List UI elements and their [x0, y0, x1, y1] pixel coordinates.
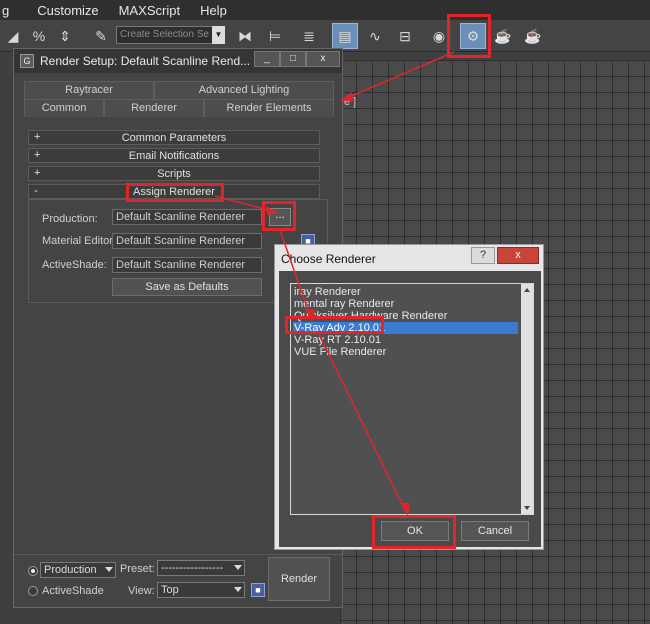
chevron-down-icon — [234, 565, 242, 570]
choose-renderer-body: iray Renderer mental ray Renderer Quicks… — [279, 271, 541, 547]
view-label: View: — [128, 585, 155, 597]
menu-item-graph[interactable]: g — [0, 3, 19, 18]
view-lock-icon[interactable]: ■ — [251, 583, 265, 597]
curve-editor-icon[interactable]: ∿ — [362, 23, 388, 49]
cancel-button[interactable]: Cancel — [461, 521, 529, 541]
activeshade-label: ActiveShade: — [42, 259, 107, 271]
rollout-label: Scripts — [157, 168, 191, 180]
production-radio[interactable] — [28, 566, 38, 576]
choose-renderer-title: Choose Renderer — [281, 252, 376, 266]
close-button[interactable]: x — [497, 247, 539, 264]
percent-snap-icon[interactable]: % — [26, 23, 52, 49]
vray-item-highlight — [285, 316, 384, 334]
tab-row-bottom: Common Renderer Render Elements — [24, 99, 334, 117]
spinner-snap-icon[interactable]: ⇕ — [52, 23, 78, 49]
tab-render-elements[interactable]: Render Elements — [204, 99, 334, 117]
rollout-common-parameters[interactable]: Common Parameters + — [28, 130, 320, 145]
tab-common[interactable]: Common — [24, 99, 104, 117]
tab-renderer[interactable]: Renderer — [104, 99, 204, 117]
production-label: Production: — [42, 213, 98, 225]
render-setup-highlight — [447, 14, 491, 58]
snap-toggle-icon[interactable]: ◢ — [0, 23, 26, 49]
app-icon: G — [20, 54, 34, 68]
production-renderer-field: Default Scanline Renderer — [112, 209, 262, 225]
menu-bar: g Customize MAXScript Help — [0, 0, 650, 20]
bottom-separator — [14, 554, 342, 555]
menu-item-customize[interactable]: Customize — [19, 3, 108, 18]
scroll-down-icon[interactable] — [524, 506, 530, 510]
maximize-button[interactable]: □ — [280, 51, 306, 67]
expand-icon: + — [34, 131, 41, 143]
production-dropdown-value: Production — [44, 564, 97, 576]
ellipsis-highlight — [262, 201, 296, 231]
production-dropdown[interactable]: Production — [40, 562, 116, 578]
tab-advanced-lighting[interactable]: Advanced Lighting — [154, 81, 334, 99]
tab-raytracer[interactable]: Raytracer — [24, 81, 154, 99]
choose-renderer-dialog: Choose Renderer ? x iray Renderer mental… — [274, 244, 544, 550]
activeshade-renderer-field: Default Scanline Renderer — [112, 257, 262, 273]
list-scrollbar[interactable] — [521, 284, 533, 514]
activeshade-radio-label: ActiveShade — [42, 585, 104, 597]
expand-icon: + — [34, 167, 41, 179]
mirror-icon[interactable]: ⧓ — [232, 23, 258, 49]
list-item[interactable]: V-Ray RT 2.10.01 — [293, 334, 518, 346]
preset-label: Preset: — [120, 563, 155, 575]
list-item[interactable]: iray Renderer — [293, 286, 518, 298]
rollout-scripts[interactable]: Scripts + — [28, 166, 320, 181]
list-item[interactable]: mental ray Renderer — [293, 298, 518, 310]
rendered-frame-window-icon[interactable]: ☕ — [490, 23, 516, 49]
menu-item-maxscript[interactable]: MAXScript — [109, 3, 190, 18]
render-setup-title: Render Setup: Default Scanline Rend... — [40, 54, 251, 68]
rollout-label: Email Notifications — [128, 150, 220, 162]
preset-dropdown-value: ----------------- — [161, 562, 224, 574]
render-production-icon[interactable]: ☕ — [520, 23, 546, 49]
material-editor-label: Material Editor: — [42, 235, 116, 247]
render-setup-titlebar[interactable]: G Render Setup: Default Scanline Rend...… — [14, 49, 342, 73]
ok-button-highlight — [372, 515, 456, 549]
selection-set-dropdown[interactable]: Create Selection Se — [116, 26, 224, 44]
scroll-up-icon[interactable] — [524, 288, 530, 292]
render-button[interactable]: Render — [268, 557, 330, 601]
view-dropdown-value: Top — [161, 584, 179, 596]
viewport-label: e ] — [344, 96, 357, 108]
schematic-view-icon[interactable]: ⊟ — [392, 23, 418, 49]
collapse-icon: - — [34, 185, 38, 197]
menu-item-help[interactable]: Help — [190, 3, 237, 18]
align-icon[interactable]: ⊨ — [262, 23, 288, 49]
rollout-email-notifications[interactable]: Email Notifications + — [28, 148, 320, 163]
save-as-defaults-button[interactable]: Save as Defaults — [112, 278, 262, 296]
material-editor-renderer-field: Default Scanline Renderer — [112, 233, 262, 249]
choose-renderer-titlebar[interactable]: Choose Renderer ? x — [275, 245, 543, 271]
help-button[interactable]: ? — [471, 247, 495, 264]
edit-named-selection-icon[interactable]: ✎ — [88, 23, 114, 49]
preset-dropdown[interactable]: ----------------- — [157, 560, 245, 576]
activeshade-radio[interactable] — [28, 586, 38, 596]
minimize-button[interactable]: _ — [254, 51, 280, 67]
tab-row-top: Raytracer Advanced Lighting — [24, 81, 334, 99]
chevron-down-icon[interactable]: ▼ — [212, 26, 225, 44]
view-dropdown[interactable]: Top — [157, 582, 245, 598]
close-button[interactable]: x — [306, 51, 340, 67]
scene-explorer-icon[interactable]: ▤ — [332, 23, 358, 49]
chevron-down-icon — [105, 567, 113, 572]
chevron-down-icon — [234, 587, 242, 592]
layer-manager-icon[interactable]: ≣ — [296, 23, 322, 49]
rollout-label: Common Parameters — [121, 132, 227, 144]
expand-icon: + — [34, 149, 41, 161]
list-item[interactable]: VUE File Renderer — [293, 346, 518, 358]
